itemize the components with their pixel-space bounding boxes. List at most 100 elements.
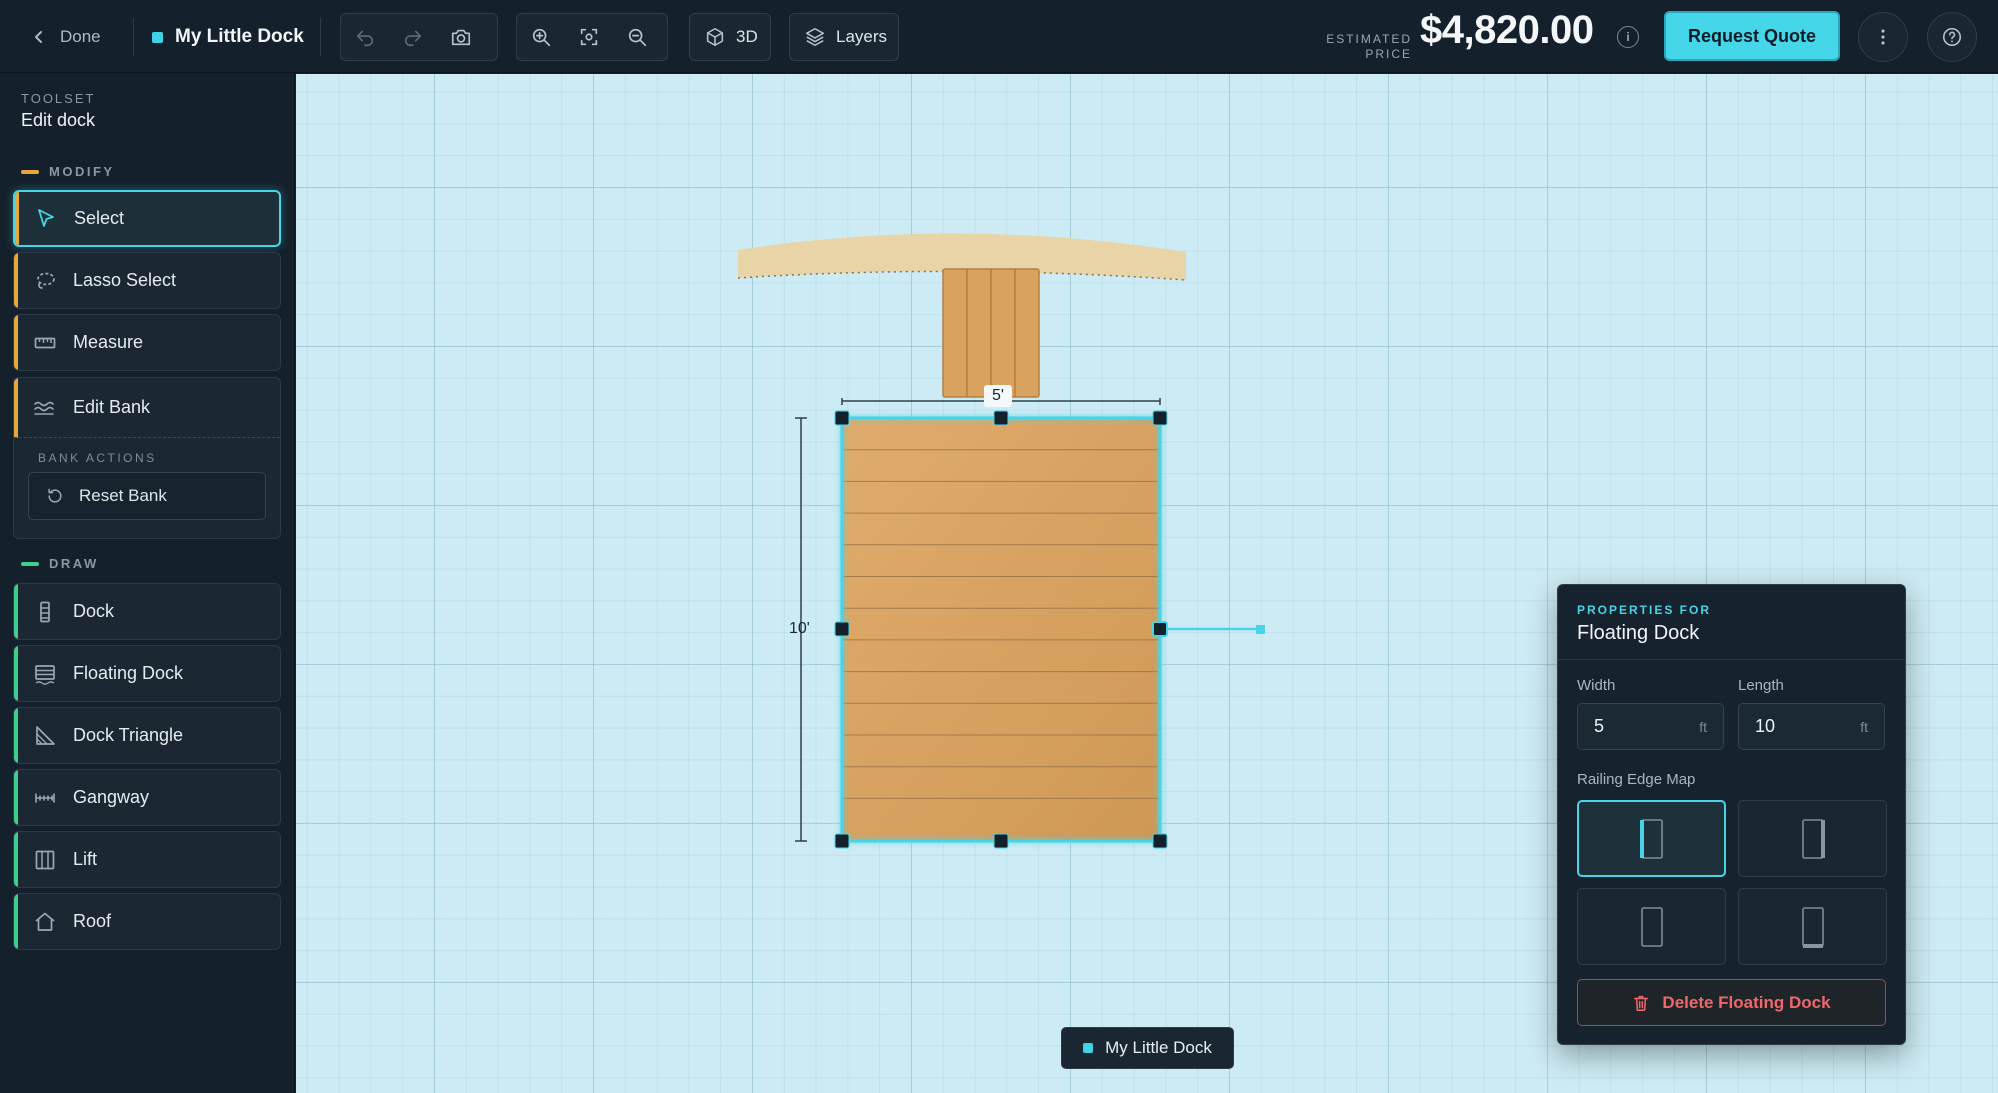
- camera-icon: [451, 29, 471, 46]
- project-color-swatch: [1083, 1043, 1094, 1053]
- help-button[interactable]: [1927, 12, 1977, 62]
- tool-label: Edit Bank: [73, 397, 151, 417]
- layers-label: Layers: [836, 27, 888, 46]
- zoom-in-icon: [532, 28, 551, 47]
- toolset-label: TOOLSET: [21, 91, 96, 106]
- history-group: [340, 13, 498, 61]
- modify-section-label: MODIFY: [49, 164, 115, 179]
- length-value: 10: [1755, 716, 1776, 736]
- ruler-icon: [32, 330, 58, 356]
- estimated-label-line2: PRICE: [1365, 47, 1412, 61]
- railing-left-icon: [1639, 818, 1663, 859]
- tool-lift[interactable]: Lift: [13, 831, 281, 888]
- tool-accent: [14, 646, 18, 701]
- reset-bank-label: Reset Bank: [79, 486, 167, 505]
- lift-icon: [32, 847, 58, 873]
- tool-roof[interactable]: Roof: [13, 893, 281, 950]
- triangle-icon: [32, 723, 58, 749]
- dock-icon: [32, 599, 58, 625]
- focus-icon: [580, 28, 598, 46]
- layers-icon: [805, 27, 825, 47]
- fit-view-button[interactable]: [565, 14, 613, 60]
- properties-connector: [1160, 625, 1265, 634]
- floating-dock-icon: [32, 661, 58, 687]
- estimated-label-line1: ESTIMATED: [1326, 32, 1412, 46]
- price-info-button[interactable]: i: [1617, 26, 1639, 48]
- tool-measure[interactable]: Measure: [13, 314, 281, 371]
- layers-button[interactable]: Layers: [789, 13, 899, 61]
- zoom-group: [516, 13, 668, 61]
- view-3d-button[interactable]: 3D: [689, 13, 771, 61]
- chevron-left-icon: [35, 31, 42, 43]
- tool-gangway[interactable]: Gangway: [13, 769, 281, 826]
- delete-label: Delete Floating Dock: [1662, 992, 1831, 1012]
- tool-label: Roof: [73, 911, 112, 931]
- width-input[interactable]: 5 ft: [1577, 703, 1724, 750]
- roof-icon: [32, 909, 58, 935]
- tool-label: Dock: [73, 601, 115, 621]
- railing-option-left[interactable]: [1577, 800, 1726, 877]
- railing-option-bottom[interactable]: [1738, 888, 1887, 965]
- length-unit: ft: [1860, 718, 1868, 735]
- toolset-sidebar: TOOLSET Edit dock MODIFY Select Lasso Se…: [0, 73, 295, 1093]
- done-button[interactable]: Done: [32, 22, 101, 52]
- request-quote-button[interactable]: Request Quote: [1664, 11, 1840, 61]
- project-name[interactable]: My Little Dock: [152, 22, 304, 52]
- cursor-icon: [33, 206, 59, 232]
- length-field-label: Length: [1738, 677, 1784, 694]
- railing-bottom-icon: [1801, 906, 1824, 948]
- project-tag[interactable]: My Little Dock: [1061, 1027, 1234, 1069]
- railing-none-icon: [1640, 906, 1663, 947]
- length-input[interactable]: 10 ft: [1738, 703, 1885, 750]
- project-name-label: My Little Dock: [175, 26, 304, 47]
- floating-dock-shape[interactable]: [840, 416, 1162, 843]
- tool-label: Gangway: [73, 787, 150, 807]
- divider: [133, 18, 134, 56]
- tool-select[interactable]: Select: [13, 190, 281, 247]
- project-tag-label: My Little Dock: [1105, 1038, 1212, 1057]
- tool-label: Measure: [73, 332, 144, 352]
- zoom-out-icon: [628, 28, 647, 47]
- done-label: Done: [60, 27, 101, 46]
- tool-accent: [14, 770, 18, 825]
- delete-floating-dock-button[interactable]: Delete Floating Dock: [1577, 979, 1886, 1026]
- tool-floating-dock[interactable]: Floating Dock: [13, 645, 281, 702]
- properties-for-label: PROPERTIES FOR: [1577, 603, 1712, 617]
- modify-section-marker: [21, 169, 39, 174]
- view-3d-label: 3D: [736, 27, 758, 46]
- properties-panel: PROPERTIES FOR Floating Dock Width 5 ft …: [1557, 584, 1906, 1045]
- undo-button[interactable]: [341, 14, 389, 60]
- redo-icon: [404, 30, 422, 47]
- edit-bank-group: Edit Bank BANK ACTIONS Reset Bank: [13, 377, 281, 539]
- railing-option-none[interactable]: [1577, 888, 1726, 965]
- tool-dock[interactable]: Dock: [13, 583, 281, 640]
- railing-edge-map-label: Railing Edge Map: [1577, 771, 1696, 788]
- redo-button[interactable]: [389, 14, 437, 60]
- design-canvas[interactable]: 5' 10' PROPERTIES FOR Floating Dock Widt…: [296, 74, 1998, 1093]
- more-menu-button[interactable]: [1858, 12, 1908, 62]
- tool-lasso-select[interactable]: Lasso Select: [13, 252, 281, 309]
- tool-accent: [15, 192, 19, 245]
- width-value: 5: [1594, 716, 1605, 736]
- reset-bank-button[interactable]: Reset Bank: [28, 472, 266, 520]
- estimated-price-label: ESTIMATED PRICE: [1322, 32, 1412, 62]
- tool-accent: [14, 832, 18, 887]
- zoom-out-button[interactable]: [613, 14, 661, 60]
- length-dimension-label: 10': [789, 620, 810, 637]
- help-icon: [1942, 27, 1962, 47]
- project-color-swatch: [152, 31, 163, 43]
- draw-section-header: DRAW: [21, 556, 99, 571]
- zoom-in-button[interactable]: [517, 14, 565, 60]
- reset-icon: [48, 488, 62, 503]
- tool-dock-triangle[interactable]: Dock Triangle: [13, 707, 281, 764]
- tool-label: Lift: [73, 849, 98, 869]
- railing-option-right[interactable]: [1738, 800, 1887, 877]
- tool-accent: [14, 708, 18, 763]
- tool-label: Floating Dock: [73, 663, 184, 683]
- screenshot-button[interactable]: [437, 14, 485, 60]
- cube-icon: [706, 27, 724, 47]
- tool-edit-bank[interactable]: Edit Bank: [14, 378, 280, 438]
- fixed-dock[interactable]: [942, 268, 1040, 398]
- width-unit: ft: [1699, 718, 1707, 735]
- tool-label: Select: [74, 208, 125, 228]
